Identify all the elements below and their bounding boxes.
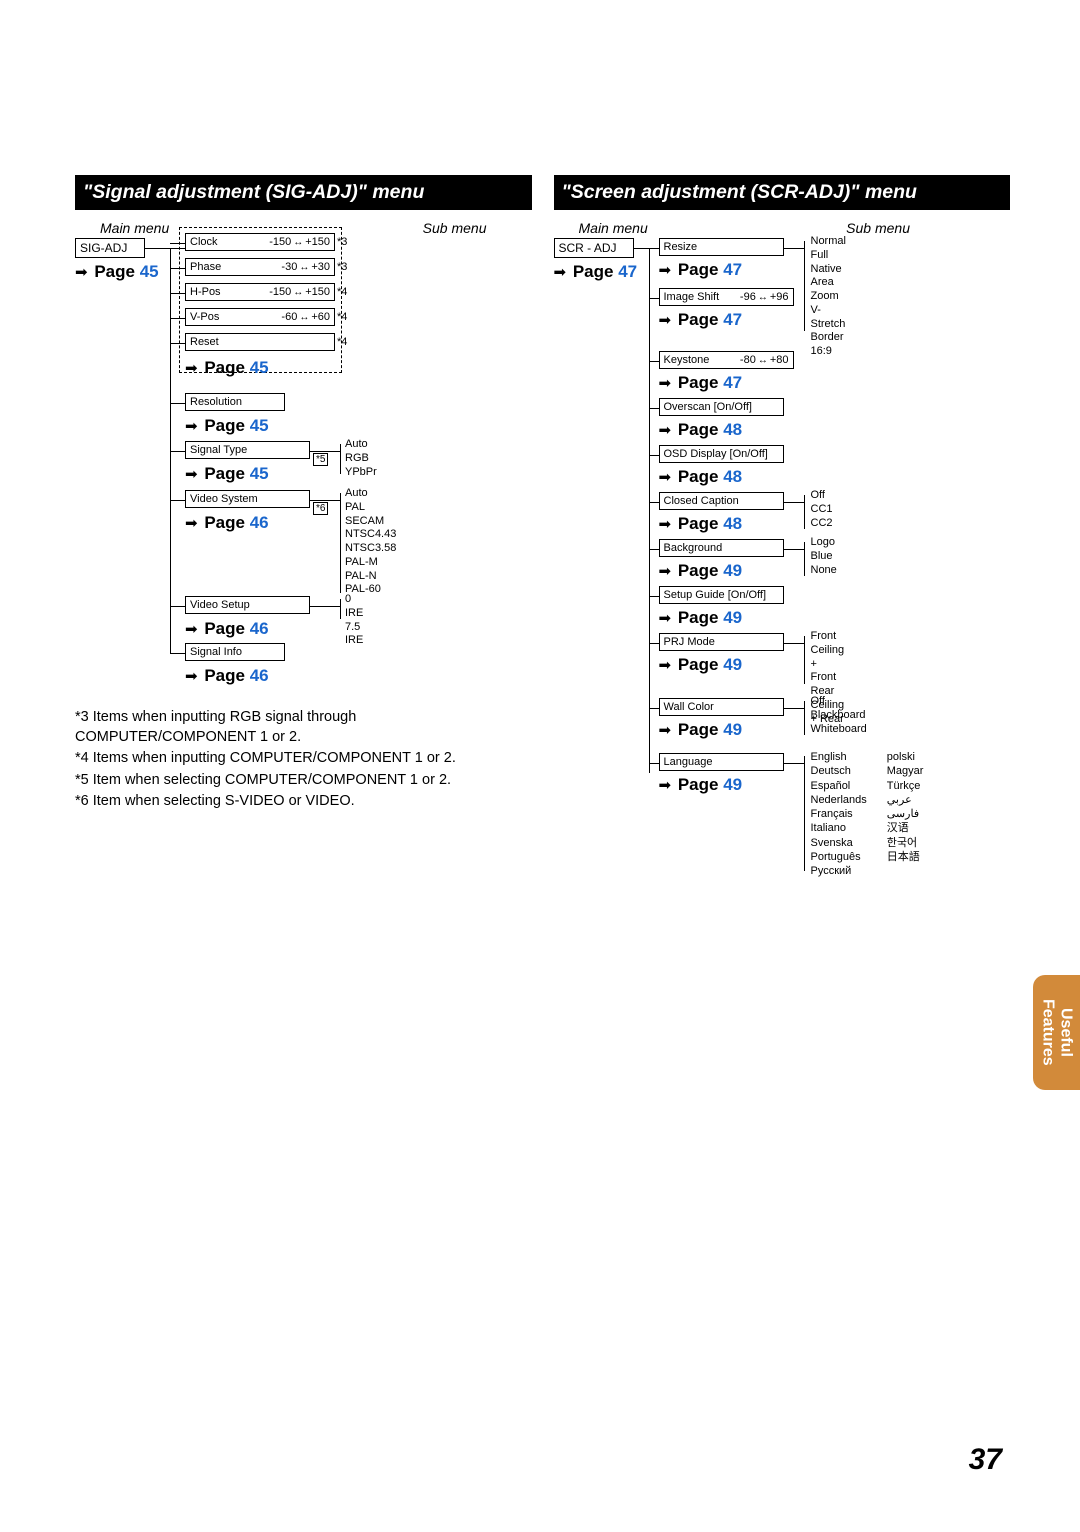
menu-item: Language <box>659 753 784 771</box>
section-title: "Signal adjustment (SIG-ADJ)" menu <box>75 175 532 210</box>
note-mark: *4 <box>337 336 347 348</box>
page-ref: Page 47 <box>659 373 743 393</box>
menu-item: Clock -150↔+150 <box>185 233 335 251</box>
menu-item: Phase -30↔+30 <box>185 258 335 276</box>
side-tab: Useful Features <box>1033 975 1080 1090</box>
menu-item: Reset <box>185 333 335 351</box>
page-ref: Page 49 <box>659 720 743 740</box>
page-number: 37 <box>969 1443 1002 1477</box>
page-ref: Page 49 <box>659 775 743 795</box>
page-ref: Page 49 <box>659 655 743 675</box>
menu-item: Wall Color <box>659 698 784 716</box>
sub-menu-label: Sub menu <box>423 220 487 236</box>
sub-menu-label: Sub menu <box>846 220 910 236</box>
menu-item: H-Pos -150↔+150 <box>185 283 335 301</box>
main-menu-box: SIG-ADJ <box>75 238 145 258</box>
page-ref: Page 49 <box>659 608 743 628</box>
menu-item: Resize <box>659 238 784 256</box>
page-ref: Page 47 <box>554 262 638 282</box>
sub-list: Auto PAL SECAM NTSC4.43 NTSC3.58 PAL-M P… <box>345 487 396 597</box>
sub-list: 0 IRE 7.5 IRE <box>345 593 363 648</box>
page-ref: Page 45 <box>75 262 159 282</box>
page-label: Page <box>94 262 135 281</box>
sig-adj-section: "Signal adjustment (SIG-ADJ)" menu Main … <box>75 175 532 938</box>
menu-item: Background <box>659 539 784 557</box>
note-mark: *4 <box>337 286 347 298</box>
page-ref: Page 48 <box>659 420 743 440</box>
menu-item: Image Shift -96↔+96 <box>659 288 794 306</box>
page-ref: Page 46 <box>185 513 269 533</box>
menu-item: PRJ Mode <box>659 633 784 651</box>
menu-item: Resolution <box>185 393 285 411</box>
note-mark: *4 <box>337 311 347 323</box>
main-menu-label: Main menu <box>579 220 648 236</box>
note-mark: *3 <box>337 261 347 273</box>
note-mark: *3 <box>337 236 347 248</box>
menu-item: Signal Type <box>185 441 310 459</box>
menu-item: Overscan [On/Off] <box>659 398 784 416</box>
menu-item: Signal Info <box>185 643 285 661</box>
menu-item: V-Pos -60↔+60 <box>185 308 335 326</box>
menu-item: Closed Caption <box>659 492 784 510</box>
sub-list: English Deutsch Español Nederlands Franç… <box>811 750 924 879</box>
main-menu-label: Main menu <box>100 220 169 236</box>
sub-list: Auto RGB YPbPr <box>345 438 377 479</box>
sub-list: Normal Full Native Area Zoom V-Stretch B… <box>811 235 846 359</box>
page-ref: Page 49 <box>659 561 743 581</box>
side-tab-line2: Features <box>1040 999 1057 1066</box>
scr-adj-section: "Screen adjustment (SCR-ADJ)" menu Main … <box>554 175 1011 938</box>
sub-list: Off Blackboard Whiteboard <box>811 695 867 736</box>
page-num: 45 <box>140 262 159 281</box>
page-ref: Page 46 <box>185 619 269 639</box>
menu-item: Video System <box>185 490 310 508</box>
side-tab-line1: Useful <box>1058 1008 1075 1057</box>
menu-item: Keystone -80↔+80 <box>659 351 794 369</box>
page-ref: Page 48 <box>659 514 743 534</box>
page-ref: Page 47 <box>659 310 743 330</box>
page-ref: Page 45 <box>185 358 269 378</box>
sub-list: Logo Blue None <box>811 536 837 577</box>
page-ref: Page 45 <box>185 416 269 436</box>
menu-item: Video Setup <box>185 596 310 614</box>
page-ref: Page 45 <box>185 464 269 484</box>
section-title: "Screen adjustment (SCR-ADJ)" menu <box>554 175 1011 210</box>
menu-item: OSD Display [On/Off] <box>659 445 784 463</box>
page-ref: Page 48 <box>659 467 743 487</box>
sub-list: Off CC1 CC2 <box>811 489 833 530</box>
main-menu-box: SCR - ADJ <box>554 238 634 258</box>
note-mark: *6 <box>313 502 328 515</box>
notes: *3 Items when inputting RGB signal throu… <box>75 708 465 814</box>
menu-item: Setup Guide [On/Off] <box>659 586 784 604</box>
page-ref: Page 47 <box>659 260 743 280</box>
page-ref: Page 46 <box>185 666 269 686</box>
note-mark: *5 <box>313 453 328 466</box>
